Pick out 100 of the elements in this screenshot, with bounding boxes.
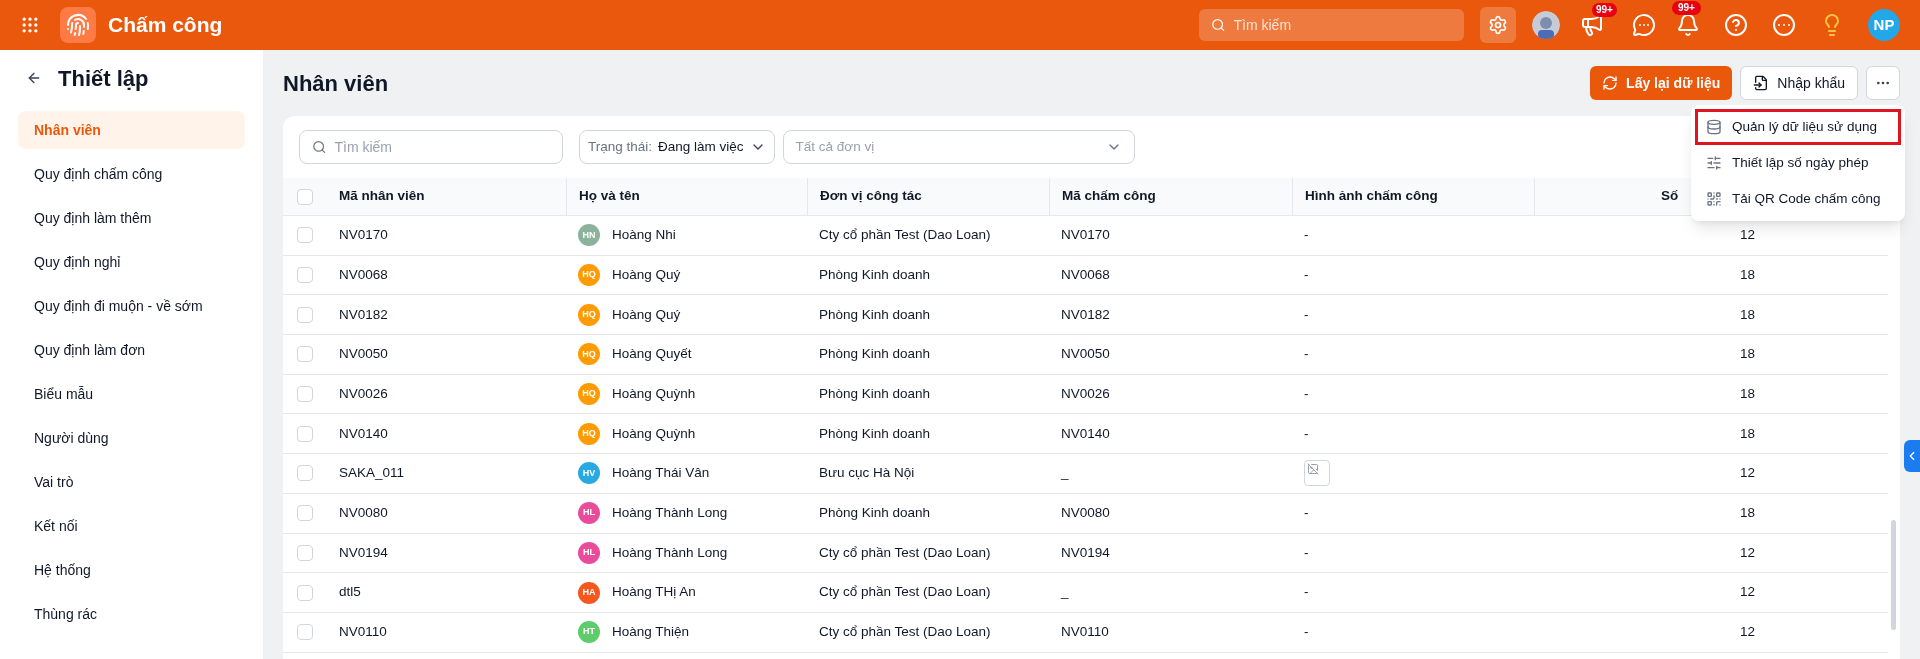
search-field[interactable]: Tìm kiếm <box>1199 9 1464 41</box>
table-cell-text: - <box>1304 226 1309 245</box>
row-checkbox[interactable] <box>297 386 313 403</box>
chat-icon[interactable] <box>1632 13 1656 37</box>
notification-badge: 99+ <box>1672 1 1701 15</box>
search-input[interactable]: Tìm kiếm <box>334 136 550 158</box>
table-cell-text: Hoàng Thành Long <box>612 504 728 523</box>
table-cell-text: 18 <box>1739 345 1757 364</box>
table-cell-text: Hoàng Quý <box>612 305 681 324</box>
table-cell-text: NV0080 <box>338 504 389 523</box>
notification-badge: 99+ <box>1592 3 1617 17</box>
table-cell-text: NV0026 <box>338 384 389 403</box>
sidebar-item[interactable]: Quy định đi muộn - về sớm <box>18 287 245 325</box>
table-cell-text: 12 <box>1739 623 1757 642</box>
table-cell-text: NV0182 <box>338 305 389 324</box>
table-cell-text: dtl5 <box>338 583 362 602</box>
status-filter-dropdown[interactable]: Trạng thái: Đang làm việc <box>579 130 775 164</box>
table-cell-text: Phòng Kinh doanh <box>818 384 932 403</box>
table-cell-text: Phòng Kinh doanh <box>818 265 932 284</box>
sidebar-item[interactable]: Hệ thống <box>18 551 245 589</box>
sidebar-title: Thiết lập <box>58 64 149 93</box>
menu-item[interactable]: Tải QR Code chấm công <box>1695 181 1901 217</box>
table-cell-text: - <box>1304 345 1309 364</box>
table-cell-text: 18 <box>1739 504 1757 523</box>
bell-icon[interactable] <box>1676 13 1700 37</box>
table-cell-text: Phòng Kinh doanh <box>818 504 932 523</box>
broken-image-icon <box>1304 460 1330 487</box>
table-cell-text: _ <box>1059 583 1070 602</box>
menu-item[interactable]: Quản lý dữ liệu sử dụng <box>1695 109 1901 145</box>
sidebar-item[interactable]: Thùng rác <box>18 595 245 633</box>
scrollbar-thumb[interactable] <box>1891 520 1896 630</box>
table-cell-text: NV0050 <box>338 345 389 364</box>
table-cell-text: NV0182 <box>1060 305 1111 324</box>
initials-avatar: HT <box>578 621 600 644</box>
search-field[interactable]: Tìm kiếm <box>299 130 563 164</box>
row-checkbox[interactable] <box>297 227 313 244</box>
initials-avatar: HN <box>578 224 600 247</box>
table-cell-text: SAKA_011 <box>338 464 406 483</box>
more-options-button[interactable] <box>1866 66 1900 100</box>
settings-button[interactable] <box>1480 7 1516 43</box>
row-checkbox[interactable] <box>297 425 313 442</box>
table-cell-text: NV0068 <box>338 265 389 284</box>
table-cell-text: Cty cổ phần Test (Dao Loan) <box>818 623 992 642</box>
sidebar-item[interactable]: Vai trò <box>18 463 245 501</box>
search-input[interactable]: Tìm kiếm <box>1233 14 1452 36</box>
row-checkbox[interactable] <box>297 584 313 601</box>
sidebar-item[interactable]: Người dùng <box>18 419 245 457</box>
row-checkbox[interactable] <box>297 544 313 561</box>
initials-avatar: HV <box>578 462 600 485</box>
row-checkbox[interactable] <box>297 624 313 641</box>
more-icon[interactable] <box>1772 13 1796 37</box>
row-checkbox[interactable] <box>297 346 313 363</box>
table-cell-text: Hoàng Thành Long <box>612 543 728 562</box>
table-cell-text: Cty cổ phần Test (Dao Loan) <box>818 543 992 562</box>
sidebar-item[interactable]: Quy định chấm công <box>18 155 245 193</box>
menu-item[interactable]: Thiết lập số ngày phép <box>1695 145 1901 181</box>
table-cell-text: - <box>1304 424 1309 443</box>
row-checkbox[interactable] <box>297 505 313 522</box>
table-cell-text: Hoàng Nhi <box>612 226 676 245</box>
column-header: Số <box>1661 187 1679 206</box>
file-import-icon <box>1753 75 1770 91</box>
column-header: Đơn vị công tác <box>820 187 922 206</box>
refresh-icon <box>1602 75 1619 91</box>
table-cell-text: _ <box>1059 464 1070 483</box>
app-grid-icon[interactable] <box>20 15 40 35</box>
collapse-tab[interactable] <box>1904 440 1920 472</box>
table-cell-text: Hoàng Quyết <box>612 345 692 364</box>
table-cell-text: - <box>1304 583 1309 602</box>
sidebar-item[interactable]: Kết nối <box>18 507 245 545</box>
table-cell-text: NV0140 <box>1060 424 1111 443</box>
sidebar-item[interactable]: Quy định làm thêm <box>18 199 245 237</box>
row-checkbox[interactable] <box>297 267 313 284</box>
sidebar-item[interactable]: Quy định nghỉ <box>18 243 245 281</box>
table-cell-text: NV0068 <box>1060 265 1111 284</box>
column-header: Họ và tên <box>579 187 640 206</box>
sidebar-item[interactable]: Biểu mẫu <box>18 375 245 413</box>
help-icon[interactable] <box>1724 13 1748 37</box>
sidebar-item[interactable]: Quy định làm đơn <box>18 331 245 369</box>
search-icon <box>312 139 327 155</box>
table-cell-text: 18 <box>1739 384 1757 403</box>
select-all-checkbox[interactable] <box>297 188 313 205</box>
row-checkbox[interactable] <box>297 465 313 482</box>
table-cell-text: NV0026 <box>1060 384 1111 403</box>
import-button[interactable]: Nhập khẩu <box>1740 66 1858 100</box>
search-icon <box>1211 17 1226 33</box>
table-cell-text: Hoàng Quý <box>612 265 681 284</box>
status-filter-value: Đang làm việc <box>658 137 744 156</box>
table-cell-text: NV0140 <box>338 424 389 443</box>
table-cell-text: NV0110 <box>1060 623 1110 642</box>
initials-avatar: HQ <box>578 303 600 326</box>
refresh-data-button[interactable]: Lấy lại dữ liệu <box>1590 66 1733 100</box>
initials-avatar: HQ <box>578 264 600 287</box>
column-header: Mã nhân viên <box>339 187 425 206</box>
initials-avatar: HQ <box>578 383 600 406</box>
table-cell-text: NV0110 <box>338 623 388 642</box>
row-checkbox[interactable] <box>297 306 313 323</box>
table-cell-text: 12 <box>1739 583 1757 602</box>
app-logo <box>60 7 96 43</box>
column-header: Mã chấm công <box>1062 187 1156 206</box>
initials-avatar: HQ <box>578 343 600 366</box>
